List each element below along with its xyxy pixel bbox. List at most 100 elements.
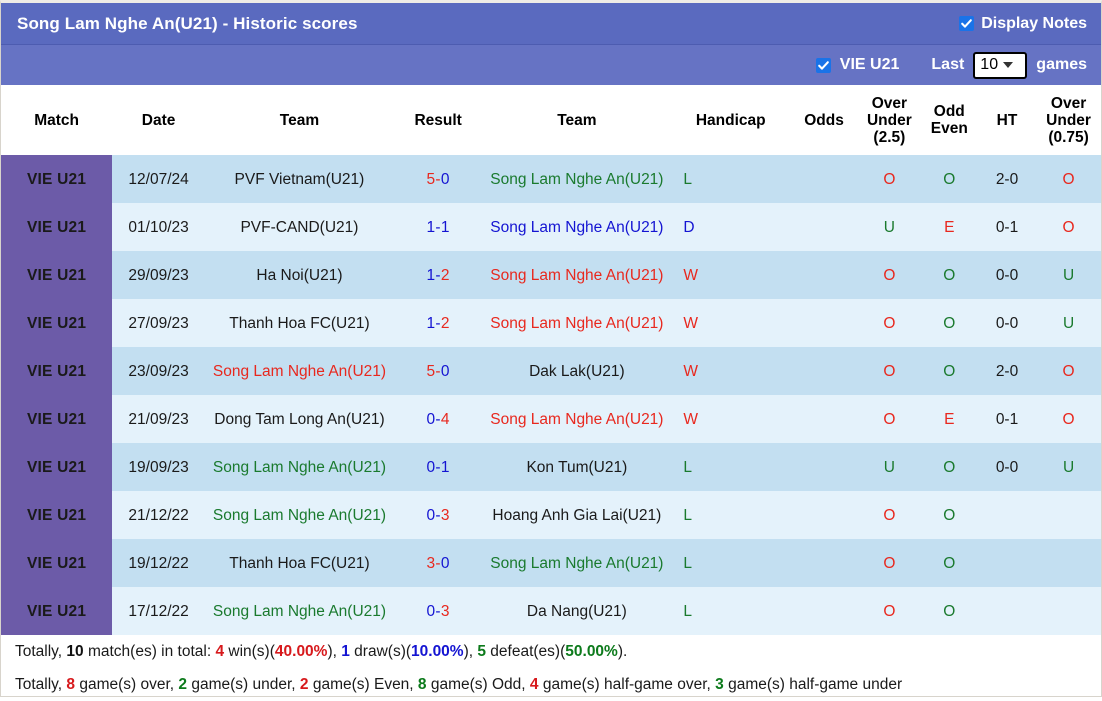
home-team-cell-value: PVF Vietnam(U21): [234, 170, 365, 188]
odd-even-cell-value: O: [943, 362, 956, 380]
half-time-cell: [977, 587, 1037, 635]
column-header-date: Date: [112, 85, 205, 155]
column-header-over-under-2-5: Over Under (2.5): [858, 85, 921, 155]
result-cell: 5-0: [393, 347, 483, 395]
competition-cell: VIE U21: [1, 395, 113, 443]
win-draw-loss-badge: D: [683, 218, 695, 236]
summary-fragment: defeat(es)(: [486, 643, 566, 660]
summary-fragment: 3: [715, 676, 724, 693]
summary-fragment: game(s) half-game over,: [538, 676, 716, 693]
home-team-cell-value: PVF-CAND(U21): [240, 218, 359, 236]
competition-cell-value: VIE U21: [27, 554, 87, 572]
games-count-value: 10: [980, 56, 999, 73]
odd-even-cell-value: E: [944, 218, 955, 236]
table-header-row: Match Date Team Result Team Handicap Odds Over U…: [1, 85, 1101, 155]
competition-cell-value: VIE U21: [27, 170, 87, 188]
over-under-075-cell: O: [1036, 203, 1101, 251]
home-team-cell-value: Thanh Hoa FC(U21): [229, 554, 370, 572]
away-team-cell-value: Song Lam Nghe An(U21): [490, 314, 664, 332]
handicap-cell: L: [671, 587, 791, 635]
over-under-25-cell-value: U: [883, 458, 895, 476]
table-body: VIE U21 12/07/24 PVF Vietnam(U21) 5-0 Song L…: [1, 155, 1101, 635]
handicap-cell: W: [671, 251, 791, 299]
column-header-line: Team: [557, 111, 597, 129]
table-row[interactable]: VIE U21 19/09/23 Song Lam Nghe An(U21) 0-1 K…: [1, 443, 1101, 491]
summary-fragment: 8: [417, 676, 427, 693]
over-under-25-cell-value: O: [883, 170, 896, 188]
summary-fragment: ),: [327, 643, 342, 660]
date-cell-value: 27/09/23: [128, 314, 189, 332]
date-cell-value: 01/10/23: [128, 218, 189, 236]
table-row[interactable]: VIE U21 29/09/23 Ha Noi(U21) 1-2 Song Lam Ng…: [1, 251, 1101, 299]
column-header-line: Match: [34, 111, 79, 129]
summary-fragment: game(s) over,: [75, 676, 179, 693]
summary-line-goals: Totally, 8 game(s) over, 2 game(s) under…: [11, 668, 1091, 701]
odds-cell: [790, 299, 859, 347]
odds-cell: [790, 395, 859, 443]
half-time-cell-value: 0-0: [995, 266, 1019, 284]
over-under-25-cell: O: [858, 395, 921, 443]
over-under-075-cell: O: [1036, 395, 1101, 443]
column-header-odds: Odds: [790, 85, 859, 155]
summary-fragment: Totally,: [15, 643, 67, 660]
table-row[interactable]: VIE U21 12/07/24 PVF Vietnam(U21) 5-0 Song L…: [1, 155, 1101, 203]
result-away-score: 3: [440, 506, 450, 524]
over-under-25-cell-value: O: [883, 410, 896, 428]
result-cell: 0-4: [393, 395, 483, 443]
away-team-cell: Song Lam Nghe An(U21): [482, 299, 672, 347]
handicap-cell: L: [671, 155, 791, 203]
league-filter-checkbox[interactable]: [815, 57, 831, 73]
title-bar: Song Lam Nghe An(U21) - Historic scores …: [1, 3, 1101, 45]
historic-scores-table: Match Date Team Result Team Handicap Odds Over U…: [1, 85, 1101, 635]
table-row[interactable]: VIE U21 27/09/23 Thanh Hoa FC(U21) 1-2 Song …: [1, 299, 1101, 347]
date-cell: 21/09/23: [112, 395, 205, 443]
summary-fragment: game(s) under,: [187, 676, 300, 693]
half-time-cell-value: 0-0: [995, 458, 1019, 476]
table-row[interactable]: VIE U21 21/12/22 Song Lam Nghe An(U21) 0-3 H…: [1, 491, 1101, 539]
half-time-cell: [977, 539, 1037, 587]
table-row[interactable]: VIE U21 21/09/23 Dong Tam Long An(U21) 0-4 S…: [1, 395, 1101, 443]
result-away-score: 1: [440, 458, 450, 476]
column-header-match: Match: [1, 85, 113, 155]
date-cell: 19/09/23: [112, 443, 205, 491]
away-team-cell-value: Song Lam Nghe An(U21): [490, 218, 664, 236]
home-team-cell: PVF-CAND(U21): [205, 203, 394, 251]
result-away-score: 0: [440, 362, 450, 380]
over-under-25-cell-value: O: [883, 314, 896, 332]
competition-cell: VIE U21: [1, 251, 113, 299]
odd-even-cell-value: O: [943, 458, 956, 476]
win-draw-loss-badge: L: [683, 602, 692, 620]
display-notes-checkbox[interactable]: [959, 16, 975, 31]
home-team-cell: Thanh Hoa FC(U21): [205, 299, 394, 347]
half-time-cell-value: 0-0: [995, 314, 1019, 332]
column-header-line: Over: [871, 94, 908, 112]
summary-fragment: game(s) half-game under: [723, 676, 903, 693]
table-row[interactable]: VIE U21 17/12/22 Song Lam Nghe An(U21) 0-3 D…: [1, 587, 1101, 635]
away-team-cell: Dak Lak(U21): [482, 347, 672, 395]
home-team-cell: Thanh Hoa FC(U21): [205, 539, 394, 587]
summary-fragment: 2: [178, 676, 188, 693]
display-notes-control[interactable]: Display Notes: [959, 15, 1087, 33]
win-draw-loss-badge: W: [683, 410, 698, 428]
league-filter-label: VIE U21: [839, 56, 900, 73]
away-team-cell-value: Da Nang(U21): [526, 602, 627, 620]
half-time-cell: 0-1: [977, 203, 1037, 251]
games-count-select[interactable]: 10: [973, 51, 1028, 79]
column-header-odd-even: Odd Even: [920, 85, 978, 155]
away-team-cell: Song Lam Nghe An(U21): [482, 395, 672, 443]
home-team-cell: Song Lam Nghe An(U21): [205, 443, 394, 491]
result-cell: 3-0: [393, 539, 483, 587]
competition-cell-value: VIE U21: [27, 266, 87, 284]
table-row[interactable]: VIE U21 19/12/22 Thanh Hoa FC(U21) 3-0 Song …: [1, 539, 1101, 587]
handicap-cell: L: [671, 539, 791, 587]
over-under-075-cell-value: U: [1062, 458, 1075, 476]
over-under-075-cell: O: [1036, 155, 1101, 203]
competition-cell-value: VIE U21: [27, 602, 87, 620]
odd-even-cell: O: [920, 491, 978, 539]
table-row[interactable]: VIE U21 23/09/23 Song Lam Nghe An(U21) 5-0 D…: [1, 347, 1101, 395]
over-under-25-cell: U: [858, 203, 921, 251]
competition-cell-value: VIE U21: [27, 410, 87, 428]
over-under-075-cell-value: O: [1062, 218, 1075, 236]
table-row[interactable]: VIE U21 01/10/23 PVF-CAND(U21) 1-1 Song Lam …: [1, 203, 1101, 251]
display-notes-label: Display Notes: [981, 14, 1087, 32]
